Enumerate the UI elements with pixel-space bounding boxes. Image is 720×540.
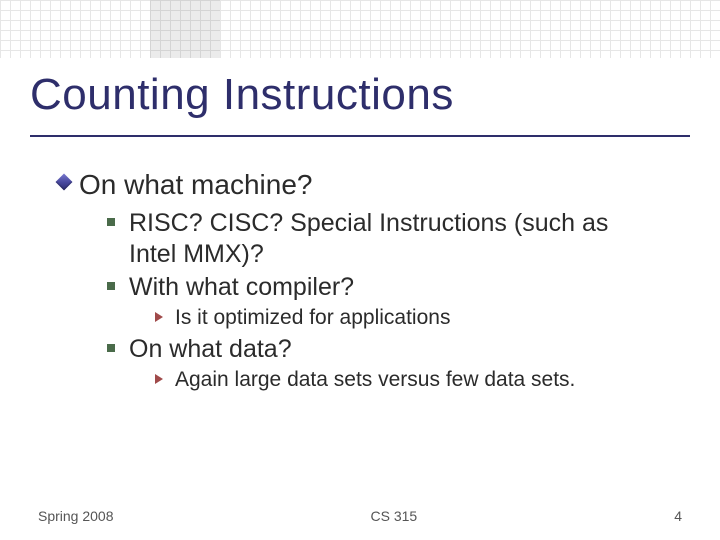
bullet-text: Again large data sets versus few data se… bbox=[175, 367, 575, 393]
bullet-level2: RISC? CISC? Special Instructions (such a… bbox=[103, 208, 680, 271]
bullet-level2: On what data? bbox=[103, 334, 680, 365]
diamond-icon bbox=[55, 176, 73, 188]
bullet-level3: Is it optimized for applications bbox=[151, 305, 680, 331]
square-icon bbox=[103, 218, 119, 226]
bullet-level1: On what machine? bbox=[55, 168, 680, 202]
bullet-text: Is it optimized for applications bbox=[175, 305, 450, 331]
top-shadow-decoration bbox=[150, 0, 220, 58]
footer-right: 4 bbox=[674, 508, 682, 524]
bullet-text: On what machine? bbox=[79, 168, 312, 202]
slide-footer: Spring 2008 CS 315 4 bbox=[0, 508, 720, 524]
triangle-icon bbox=[151, 312, 167, 322]
bullet-text: On what data? bbox=[129, 334, 292, 365]
top-grid-decoration bbox=[0, 0, 720, 58]
bullet-level2: With what compiler? bbox=[103, 272, 680, 303]
title-underline bbox=[30, 135, 690, 137]
triangle-icon bbox=[151, 374, 167, 384]
bullet-text: RISC? CISC? Special Instructions (such a… bbox=[129, 208, 649, 271]
slide-body: On what machine? RISC? CISC? Special Ins… bbox=[55, 160, 680, 395]
square-icon bbox=[103, 282, 119, 290]
slide-title: Counting Instructions bbox=[30, 70, 454, 120]
bullet-text: With what compiler? bbox=[129, 272, 354, 303]
bullet-level3: Again large data sets versus few data se… bbox=[151, 367, 680, 393]
footer-center: CS 315 bbox=[371, 508, 418, 524]
slide: Counting Instructions On what machine? R… bbox=[0, 0, 720, 540]
square-icon bbox=[103, 344, 119, 352]
footer-left: Spring 2008 bbox=[38, 508, 114, 524]
